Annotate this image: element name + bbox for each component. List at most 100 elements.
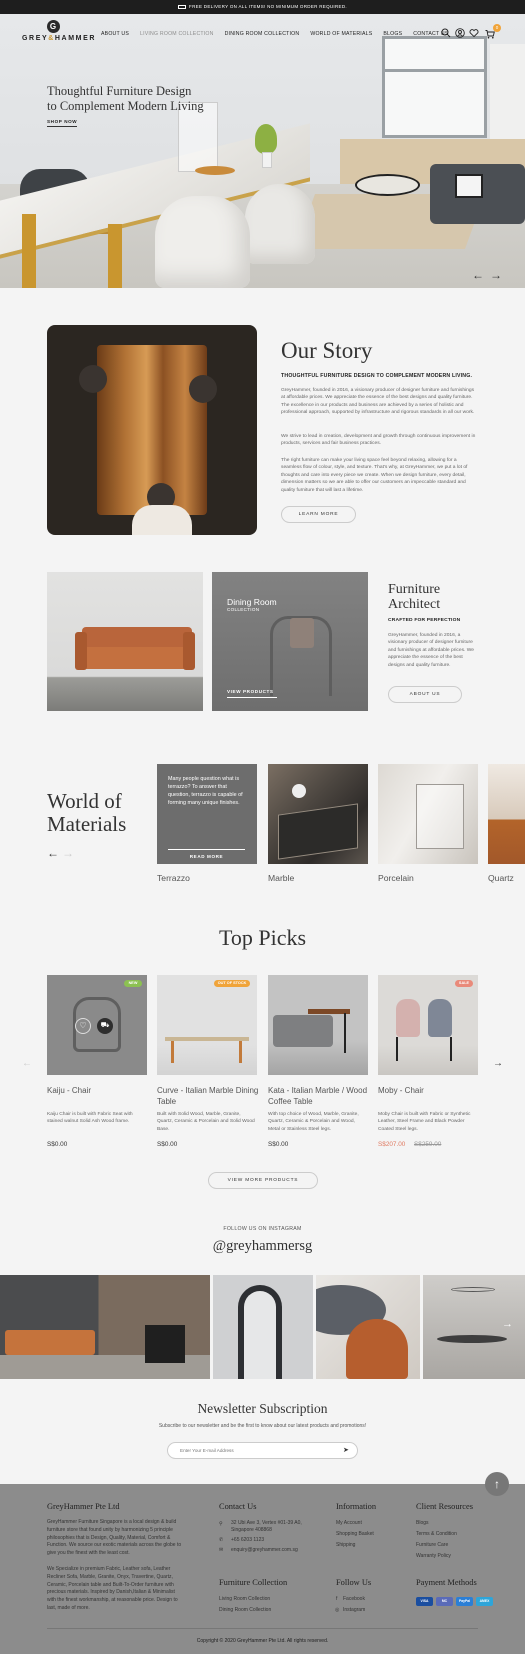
nav-item-materials[interactable]: WORLD OF MATERIALS [310, 31, 372, 37]
material-card-porcelain[interactable] [378, 764, 478, 864]
heart-icon[interactable] [469, 28, 479, 38]
material-card-marble[interactable] [268, 764, 368, 864]
product-description: Built with Solid Wood, Marble, Granite, … [157, 1112, 255, 1132]
logo-mark: G [46, 20, 60, 33]
craftsman-head [189, 375, 217, 403]
nav-item-dining-room[interactable]: DINING ROOM COLLECTION [225, 31, 300, 37]
footer-link[interactable]: Shipping [336, 1542, 355, 1550]
send-icon[interactable]: ➤ [343, 1446, 349, 1454]
add-to-cart-icon[interactable]: ⛟ [97, 1018, 113, 1034]
footer-link[interactable]: Furniture Care [416, 1542, 448, 1550]
footer-link[interactable]: Warranty Policy [416, 1553, 451, 1561]
facebook-link[interactable]: Facebook [343, 1596, 365, 1604]
terrazzo-overlay-text: Many people question what is terrazzo? T… [168, 776, 243, 806]
story-paragraph: GreyHammer, founded in 2016, a visionary… [281, 388, 475, 416]
craftsman-shirt [132, 505, 192, 535]
hero-banner [0, 14, 525, 288]
footer-contact-title: Contact Us [219, 1502, 257, 1511]
footer-link[interactable]: Living Room Collection [219, 1596, 270, 1604]
instagram-post[interactable] [0, 1275, 210, 1379]
cart-count-badge: 0 [493, 24, 501, 32]
dining-collection-title: Dining Room [227, 597, 277, 607]
wishlist-heart-icon[interactable]: ♡ [75, 1018, 91, 1034]
craftsman-head [79, 365, 107, 393]
architect-subtitle: CRAFTED FOR PERFECTION [388, 618, 461, 623]
logo-wordmark: GREY&HAMMER [22, 35, 97, 42]
hero-vase [262, 152, 272, 168]
architect-title: Furniture Architect [388, 582, 441, 612]
main-nav: ABOUT US LIVING ROOM COLLECTION DINING R… [101, 31, 460, 37]
newsletter-title: Newsletter Subscription [197, 1401, 328, 1416]
hero-plant [255, 124, 277, 154]
material-card-quartz[interactable] [488, 764, 525, 864]
product-card-moby[interactable] [378, 975, 478, 1075]
materials-prev-arrow-icon[interactable]: ← [47, 846, 62, 860]
hero-cushion [455, 174, 483, 198]
product-card-kata[interactable] [268, 975, 368, 1075]
announcement-text: FREE DELIVERY ON ALL ITEMS! NO MINIMUM O… [189, 4, 347, 9]
user-icon[interactable] [455, 28, 465, 38]
phone-link[interactable]: +65 6203 1123 [231, 1537, 264, 1544]
product-card-kaiju[interactable]: ♡ ⛟ [47, 975, 147, 1075]
product-name[interactable]: Kaiju - Chair [47, 1085, 152, 1096]
living-room-collection-card[interactable] [47, 572, 203, 711]
hero-coffee-table [355, 174, 420, 196]
footer-resources-title: Client Resources [416, 1502, 473, 1511]
instagram-post[interactable] [213, 1275, 313, 1379]
footer-link[interactable]: Terms & Condition [416, 1531, 457, 1539]
hero-chair [155, 196, 250, 288]
about-us-button[interactable]: ABOUT US [388, 686, 462, 703]
product-card-curve[interactable] [157, 975, 257, 1075]
footer-collection-title: Furniture Collection [219, 1578, 288, 1587]
shop-now-button[interactable]: SHOP NOW [47, 119, 78, 127]
read-more-link[interactable]: READ MORE [168, 849, 245, 859]
footer-info-title: Information [336, 1502, 377, 1511]
badge-new: NEW [124, 980, 142, 987]
product-name[interactable]: Curve - Italian Marble Dining Table [157, 1085, 262, 1107]
newsletter-email-input[interactable]: Enter Your E-mail Address [167, 1442, 358, 1459]
footer-link[interactable]: Shopping Basket [336, 1531, 374, 1539]
footer-payment-title: Payment Methods [416, 1578, 477, 1587]
materials-next-arrow-icon[interactable]: → [62, 846, 77, 860]
footer-link[interactable]: Blogs [416, 1520, 429, 1528]
hero-next-arrow-icon[interactable]: → [490, 268, 508, 282]
footer-link[interactable]: Dining Room Collection [219, 1607, 271, 1615]
footer-about-text: GreyHammer Furniture Singapore is a loca… [47, 1519, 182, 1557]
dining-collection-subtitle: COLLECTION [227, 607, 260, 612]
picks-prev-arrow-icon[interactable]: ← [22, 1058, 32, 1069]
instagram-next-arrow-icon[interactable]: → [502, 1318, 513, 1330]
brand-logo[interactable]: G GREY&HAMMER [22, 20, 97, 50]
search-icon[interactable] [441, 28, 451, 38]
view-more-products-button[interactable]: VIEW MORE PRODUCTS [208, 1172, 318, 1189]
product-name[interactable]: Kata - Italian Marble / Wood Coffee Tabl… [268, 1085, 373, 1107]
material-label: Porcelain [378, 873, 414, 883]
footer-link[interactable]: My Account [336, 1520, 362, 1528]
hero-title: Thoughtful Furniture Design to Complement… [47, 84, 204, 113]
product-name[interactable]: Moby - Chair [378, 1085, 483, 1096]
email-link[interactable]: enquiry@greyhammer.com.sg [231, 1547, 298, 1554]
instagram-handle[interactable]: @greyhammersg [0, 1238, 525, 1255]
truck-icon [178, 4, 187, 9]
instagram-link[interactable]: Instagram [343, 1607, 365, 1615]
story-title: Our Story [281, 338, 373, 363]
view-products-link[interactable]: VIEW PRODUCTS [227, 689, 277, 698]
product-price: S$0.00 [157, 1141, 178, 1148]
nav-item-living-room[interactable]: LIVING ROOM COLLECTION [140, 31, 214, 37]
phone-icon: ✆ [219, 1537, 224, 1543]
hero-prev-arrow-icon[interactable]: ← [472, 268, 490, 282]
hero-table-leg [22, 214, 36, 288]
nav-item-blogs[interactable]: BLOGS [383, 31, 402, 37]
email-icon: ✉ [219, 1547, 224, 1553]
nav-item-about[interactable]: ABOUT US [101, 31, 129, 37]
instagram-post[interactable] [316, 1275, 420, 1379]
amex-icon: AMEX [476, 1597, 493, 1606]
hero-chair [245, 184, 315, 264]
back-to-top-button[interactable]: ↑ [485, 1472, 509, 1496]
picks-next-arrow-icon[interactable]: → [493, 1058, 503, 1069]
story-paragraph: The right furniture can make your living… [281, 458, 468, 493]
story-subtitle: THOUGHTFUL FURNITURE DESIGN TO COMPLEMEN… [281, 373, 473, 379]
learn-more-button[interactable]: LEARN MORE [281, 506, 356, 523]
hero-slider-arrows: ←→ [472, 268, 508, 282]
mastercard-icon: MC [436, 1597, 453, 1606]
architect-text: GreyHammer, founded in 2016, a visionary… [388, 633, 474, 668]
